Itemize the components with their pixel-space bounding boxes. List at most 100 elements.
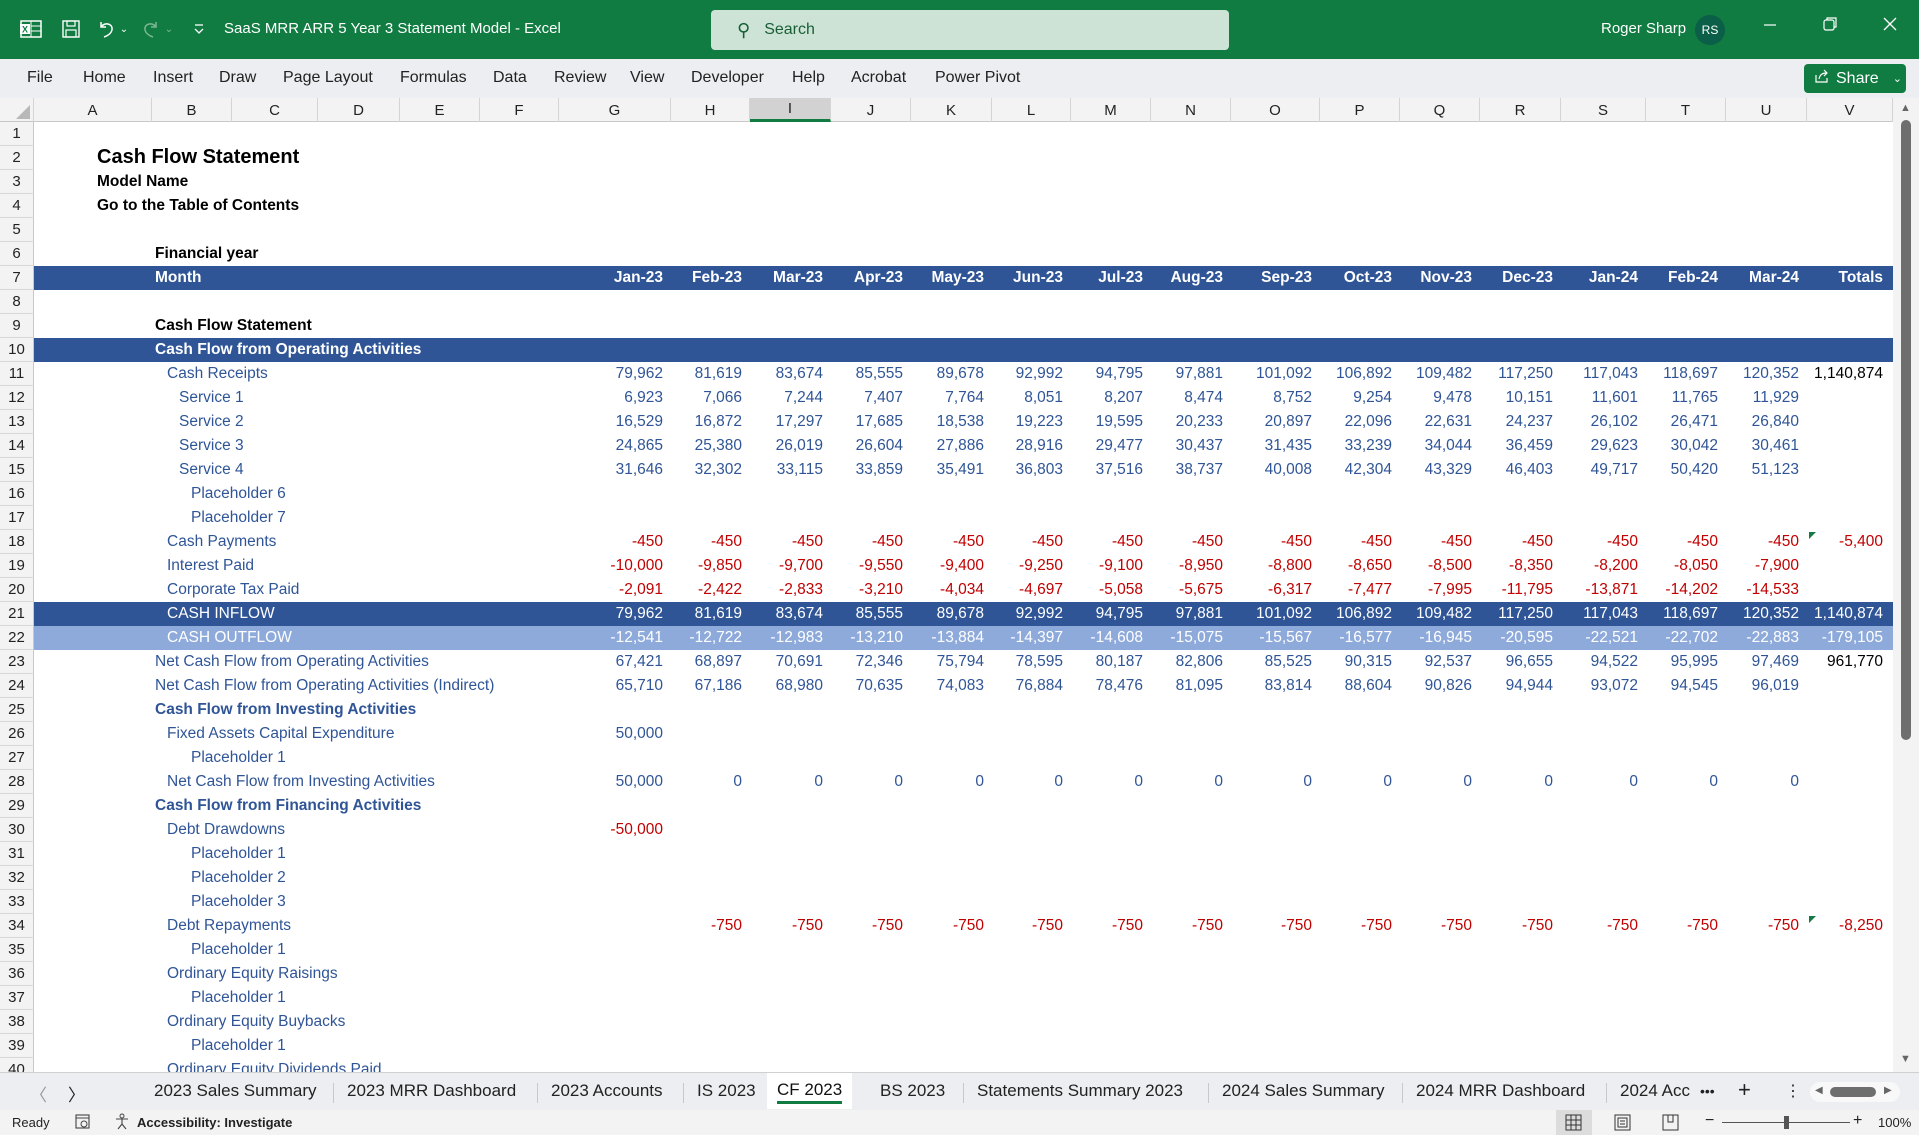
row-header[interactable]: 5 xyxy=(0,218,34,242)
row-header[interactable]: 34 xyxy=(0,914,34,938)
tab-power-pivot[interactable]: Power Pivot xyxy=(935,69,1020,87)
row-header[interactable]: 11 xyxy=(0,362,34,386)
sheet-tab[interactable]: 2024 Sales Summary xyxy=(1222,1081,1385,1101)
tab-review[interactable]: Review xyxy=(554,69,606,87)
sheet-tab[interactable]: Statements Summary 2023 xyxy=(977,1081,1183,1101)
row-header[interactable]: 26 xyxy=(0,722,34,746)
column-header-i[interactable]: I xyxy=(750,98,831,122)
scroll-up-icon[interactable]: ▲ xyxy=(1900,102,1911,114)
row-header[interactable]: 40 xyxy=(0,1058,34,1072)
row-header[interactable]: 24 xyxy=(0,674,34,698)
next-sheet-icon[interactable]: 〉 xyxy=(68,1081,85,1106)
page-layout-view-button[interactable] xyxy=(1614,1114,1631,1134)
column-header-d[interactable]: D xyxy=(318,98,400,122)
avatar[interactable]: RS xyxy=(1695,15,1725,45)
sheet-tab[interactable]: 2024 MRR Dashboard xyxy=(1416,1081,1585,1101)
row-header[interactable]: 19 xyxy=(0,554,34,578)
zoom-slider-thumb[interactable] xyxy=(1784,1116,1789,1129)
tab-acrobat[interactable]: Acrobat xyxy=(851,69,906,87)
column-header-j[interactable]: J xyxy=(831,98,911,122)
tab-help[interactable]: Help xyxy=(792,69,825,87)
sheet-tab[interactable]: 2024 Acc xyxy=(1620,1081,1690,1101)
tab-draw[interactable]: Draw xyxy=(219,69,256,87)
horizontal-scrollbar[interactable]: ◀ ▶ xyxy=(1810,1082,1900,1102)
scroll-right-icon[interactable]: ▶ xyxy=(1884,1085,1892,1096)
minimize-icon[interactable] xyxy=(1755,14,1785,40)
row-header[interactable]: 23 xyxy=(0,650,34,674)
column-header-r[interactable]: R xyxy=(1480,98,1561,122)
column-header-t[interactable]: T xyxy=(1646,98,1726,122)
column-header-v[interactable]: V xyxy=(1807,98,1893,122)
close-icon[interactable] xyxy=(1875,14,1905,40)
restore-icon[interactable] xyxy=(1815,14,1845,40)
row-header[interactable]: 18 xyxy=(0,530,34,554)
undo-dropdown-icon[interactable]: ⌄ xyxy=(118,16,130,42)
accessibility-status[interactable]: Accessibility: Investigate xyxy=(137,1115,292,1130)
column-header-c[interactable]: C xyxy=(232,98,318,122)
column-header-u[interactable]: U xyxy=(1726,98,1807,122)
row-header[interactable]: 12 xyxy=(0,386,34,410)
horizontal-scrollbar-thumb[interactable] xyxy=(1830,1087,1876,1097)
row-header[interactable]: 2 xyxy=(0,146,34,170)
tab-page-layout[interactable]: Page Layout xyxy=(283,69,373,87)
row-header[interactable]: 6 xyxy=(0,242,34,266)
tab-formulas[interactable]: Formulas xyxy=(400,69,467,87)
row-header[interactable]: 10 xyxy=(0,338,34,362)
scrollbar-thumb[interactable] xyxy=(1901,120,1911,740)
prev-sheet-icon[interactable]: 〈 xyxy=(30,1081,47,1106)
table-of-contents-link[interactable]: Go to the Table of Contents xyxy=(97,197,299,215)
row-header[interactable]: 22 xyxy=(0,626,34,650)
row-header[interactable]: 21 xyxy=(0,602,34,626)
column-header-p[interactable]: P xyxy=(1320,98,1400,122)
row-header[interactable]: 17 xyxy=(0,506,34,530)
row-header[interactable]: 8 xyxy=(0,290,34,314)
row-header[interactable]: 35 xyxy=(0,938,34,962)
zoom-out-button[interactable]: − xyxy=(1705,1112,1714,1130)
tab-file[interactable]: File xyxy=(27,69,53,87)
row-header[interactable]: 27 xyxy=(0,746,34,770)
row-header[interactable]: 7 xyxy=(0,266,34,290)
column-header-e[interactable]: E xyxy=(400,98,480,122)
column-header-a[interactable]: A xyxy=(34,98,152,122)
row-header[interactable]: 37 xyxy=(0,986,34,1010)
customize-qat-icon[interactable] xyxy=(190,16,208,42)
row-header[interactable]: 29 xyxy=(0,794,34,818)
error-indicator-icon[interactable] xyxy=(1809,916,1816,923)
row-header[interactable]: 3 xyxy=(0,170,34,194)
column-header-o[interactable]: O xyxy=(1231,98,1320,122)
tab-insert[interactable]: Insert xyxy=(153,69,193,87)
worksheet-grid[interactable]: 1 2 Cash Flow Statement 3 Model Name 4 Go to t… xyxy=(0,122,1893,1072)
sheet-options-icon[interactable]: ⋮ xyxy=(1785,1081,1801,1101)
row-header[interactable]: 30 xyxy=(0,818,34,842)
accessibility-icon[interactable] xyxy=(114,1113,132,1134)
column-header-h[interactable]: H xyxy=(671,98,750,122)
row-header[interactable]: 13 xyxy=(0,410,34,434)
scroll-down-icon[interactable]: ▼ xyxy=(1900,1053,1911,1065)
row-header[interactable]: 31 xyxy=(0,842,34,866)
error-indicator-icon[interactable] xyxy=(1809,532,1816,539)
row-header[interactable]: 25 xyxy=(0,698,34,722)
row-header[interactable]: 32 xyxy=(0,866,34,890)
row-header[interactable]: 36 xyxy=(0,962,34,986)
sheet-tab[interactable]: CF 2023 xyxy=(767,1073,853,1109)
row-header[interactable]: 38 xyxy=(0,1010,34,1034)
search-box[interactable]: ⚲ Search xyxy=(711,10,1229,50)
macro-recording-icon[interactable] xyxy=(74,1113,92,1134)
tab-data[interactable]: Data xyxy=(493,69,527,87)
row-header[interactable]: 28 xyxy=(0,770,34,794)
sheet-tab[interactable]: IS 2023 xyxy=(697,1081,756,1101)
column-header-l[interactable]: L xyxy=(992,98,1071,122)
undo-icon[interactable] xyxy=(95,16,117,42)
column-header-s[interactable]: S xyxy=(1561,98,1646,122)
row-header[interactable]: 20 xyxy=(0,578,34,602)
row-header[interactable]: 14 xyxy=(0,434,34,458)
column-header-b[interactable]: B xyxy=(152,98,232,122)
row-header[interactable]: 1 xyxy=(0,122,34,146)
share-button[interactable]: Share ⌄ xyxy=(1804,64,1906,93)
vertical-scrollbar[interactable]: ▲ ▼ xyxy=(1893,98,1919,1072)
column-header-g[interactable]: G xyxy=(559,98,671,122)
zoom-level[interactable]: 100% xyxy=(1878,1115,1911,1130)
column-header-f[interactable]: F xyxy=(480,98,559,122)
sheet-tab[interactable]: BS 2023 xyxy=(880,1081,945,1101)
column-header-k[interactable]: K xyxy=(911,98,992,122)
